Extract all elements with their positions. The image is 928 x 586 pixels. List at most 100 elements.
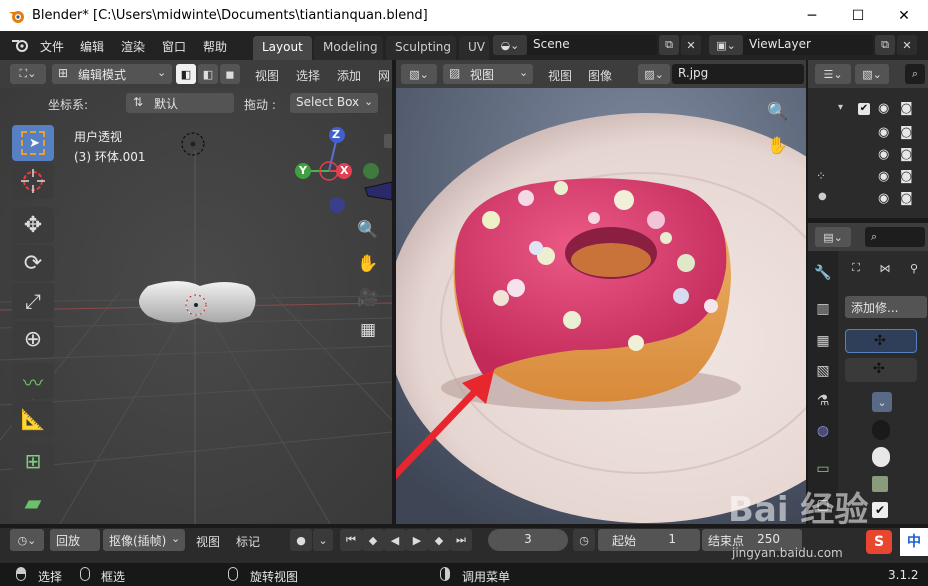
ime-language-indicator[interactable]: 中 [900, 528, 928, 556]
face-select-button[interactable]: ◼ [220, 64, 240, 84]
view-layer-delete-button[interactable]: ✕ [897, 35, 917, 55]
current-frame-field[interactable]: 3 [488, 529, 568, 551]
menu-help[interactable]: 帮助 [203, 38, 227, 55]
tab-sculpting[interactable]: Sculpting [386, 36, 456, 60]
menu-window[interactable]: 窗口 [162, 38, 186, 55]
outliner-row-object-1[interactable]: ◉ ◙ [808, 124, 926, 145]
pan-button[interactable]: ✋ [356, 252, 380, 276]
viewport-menu-select[interactable]: 选择 [296, 67, 320, 84]
modifier-list-button[interactable]: ⋈ [875, 258, 895, 278]
vertex-select-button[interactable]: ◧ [176, 64, 196, 84]
select-box-tool[interactable]: ➤ [12, 125, 54, 161]
view-layer-name-field[interactable]: ViewLayer [743, 35, 873, 55]
close-button[interactable]: ✕ [881, 0, 927, 31]
properties-search-field[interactable]: ⌕ [865, 227, 925, 247]
timeline-menu-view[interactable]: 视图 [196, 533, 220, 550]
eye-icon[interactable]: ◉ [878, 101, 889, 116]
add-modifier-button[interactable]: 添加修... [845, 296, 927, 318]
menu-edit[interactable]: 编辑 [80, 38, 104, 55]
editor-type-button[interactable]: ⛶⌄ [10, 64, 46, 84]
measure-tool[interactable]: 📐 [12, 401, 54, 437]
pin-button[interactable]: ⚲ [904, 258, 924, 278]
cursor-tool[interactable] [12, 163, 54, 199]
record-options-button[interactable]: ⌄ [313, 529, 333, 551]
camera-view-button[interactable]: 🎥 [356, 286, 380, 310]
outliner-display-mode-button[interactable]: ▧⌄ [855, 64, 889, 84]
record-button[interactable]: ● [290, 529, 312, 551]
play-button[interactable]: ▶ [406, 529, 428, 551]
properties-type-button[interactable]: ▤⌄ [815, 227, 851, 247]
scene-browse-button[interactable]: ◒⌄ [493, 35, 527, 55]
image-zoom-button[interactable]: 🔍 [766, 100, 790, 124]
view-layer-browse-button[interactable]: ▣⌄ [709, 35, 743, 55]
scene-delete-button[interactable]: ✕ [681, 35, 701, 55]
color-swatch-black[interactable] [872, 420, 890, 440]
outliner-row-object-2[interactable]: ◉ ◙ [808, 146, 926, 167]
outliner-search-button[interactable]: ⌕ [905, 64, 925, 84]
camera-render-icon[interactable]: ◙ [900, 101, 913, 116]
dropdown-toggle[interactable]: ⌄ [872, 392, 892, 412]
maximize-button[interactable]: ☐ [835, 0, 881, 31]
camera-render-icon[interactable]: ◙ [900, 125, 913, 140]
color-swatch-white[interactable] [872, 447, 890, 467]
camera-render-icon[interactable]: ◙ [900, 191, 913, 206]
outliner-row-collection[interactable]: ▾ ✔ ◉ ◙ [808, 100, 926, 121]
timeline-menu-marker[interactable]: 标记 [236, 533, 260, 550]
prev-keyframe-button[interactable]: ◆ [362, 529, 384, 551]
minimize-button[interactable]: ─ [789, 0, 835, 31]
eye-icon[interactable]: ◉ [878, 147, 889, 162]
projection-toggle-button[interactable]: ▦ [356, 318, 380, 342]
jump-start-button[interactable]: ⏮ [340, 529, 362, 551]
output-properties-tab[interactable]: ▦ [812, 330, 834, 352]
sidebar-toggle[interactable] [384, 134, 392, 148]
menu-file[interactable]: 文件 [40, 38, 64, 55]
image-menu-view[interactable]: 视图 [548, 67, 572, 84]
zoom-button[interactable]: 🔍 [356, 218, 380, 242]
play-reverse-button[interactable]: ◀ [384, 529, 406, 551]
viewport-menu-add[interactable]: 添加 [337, 67, 361, 84]
add-cube-tool[interactable]: ⊞ [12, 443, 54, 479]
outliner-row-object-4[interactable]: ● ◉ ◙ [808, 190, 926, 211]
annotate-tool[interactable]: 〰 [12, 363, 54, 399]
render-properties-tab[interactable]: ▥ [812, 298, 834, 320]
ime-s-icon[interactable]: S [866, 530, 892, 554]
modifier-panel[interactable]: ✣ [845, 329, 917, 353]
tab-uv[interactable]: UV [459, 36, 489, 60]
modifier-panel-2[interactable]: ✣ [845, 358, 917, 382]
scene-properties-tab[interactable]: ⚗ [812, 390, 834, 412]
collection-properties-tab[interactable]: ▭ [812, 458, 834, 480]
tab-layout[interactable]: Layout [253, 36, 312, 60]
menu-render[interactable]: 渲染 [121, 38, 145, 55]
preview-range-button[interactable]: ◷ [573, 529, 595, 551]
start-frame-field[interactable]: 起始 1 [598, 529, 700, 551]
scene-name-field[interactable]: Scene [527, 35, 657, 55]
eye-icon[interactable]: ◉ [878, 169, 889, 184]
viewport-menu-mesh[interactable]: 网 [378, 67, 392, 84]
image-canvas[interactable] [396, 88, 806, 524]
move-tool[interactable]: ✥ [12, 207, 54, 243]
checkbox-icon[interactable]: ✔ [858, 103, 870, 115]
world-properties-tab[interactable]: ◍ [812, 420, 834, 442]
tab-modeling[interactable]: Modeling [314, 36, 383, 60]
image-pan-button[interactable]: ✋ [766, 134, 790, 158]
scene-new-button[interactable]: ⧉ [659, 35, 679, 55]
view-layer-properties-tab[interactable]: ▧ [812, 360, 834, 382]
edge-select-button[interactable]: ◧ [198, 64, 218, 84]
rotate-tool[interactable]: ⟳ [12, 245, 54, 281]
outliner-type-button[interactable]: ☰⌄ [815, 64, 851, 84]
torus-object[interactable] [139, 281, 256, 323]
mode-dropdown[interactable]: 编辑模式 [52, 64, 172, 84]
timeline-type-button[interactable]: ◷⌄ [10, 529, 44, 551]
checkbox-icon[interactable]: ✔ [872, 502, 888, 518]
camera-render-icon[interactable]: ◙ [900, 169, 913, 184]
tool-properties-tab[interactable]: 🔧 [812, 262, 834, 284]
scale-tool[interactable]: ⤢ [12, 283, 54, 319]
image-menu-image[interactable]: 图像 [588, 67, 612, 84]
image-editor-type-button[interactable]: ▧⌄ [401, 64, 437, 84]
outliner-row-object-3[interactable]: ⁘ ◉ ◙ [808, 168, 926, 189]
eye-icon[interactable]: ◉ [878, 191, 889, 206]
viewport-menu-view[interactable]: 视图 [255, 67, 279, 84]
view-layer-new-button[interactable]: ⧉ [875, 35, 895, 55]
color-swatch-green[interactable] [872, 476, 888, 492]
image-name-field[interactable]: R.jpg [672, 64, 804, 84]
